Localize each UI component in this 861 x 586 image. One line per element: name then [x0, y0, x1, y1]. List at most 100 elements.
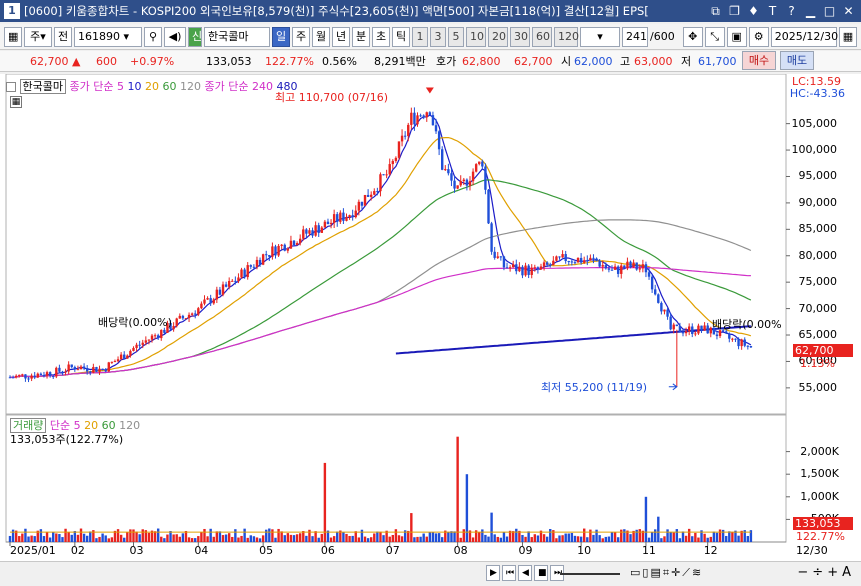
zoom-in-icon[interactable]: + — [827, 565, 842, 580]
volume-bar — [564, 533, 567, 542]
volume-bar — [598, 535, 601, 542]
interval-5[interactable]: 5 — [448, 26, 464, 47]
calendar-icon[interactable]: ▦ — [838, 26, 857, 47]
open-label: 시 — [561, 55, 572, 68]
volume-bar — [425, 536, 428, 542]
interval-1[interactable]: 1 — [412, 26, 428, 47]
period-tick[interactable]: 틱 — [392, 26, 410, 47]
zoom-slider[interactable] — [560, 573, 620, 575]
stock-name-field[interactable]: 한국콜마 — [204, 26, 270, 47]
grid-toggle-icon[interactable]: ▦ — [10, 96, 22, 108]
volume-bar — [8, 535, 12, 542]
indicator-icon[interactable]: ✥ — [682, 26, 703, 47]
auto-scale-icon[interactable]: A — [842, 565, 855, 580]
volume-bar — [703, 533, 706, 542]
candle-body — [749, 345, 753, 348]
view-grid-icon[interactable]: ▤ — [650, 566, 660, 580]
interval-10[interactable]: 10 — [466, 26, 486, 47]
volume-bar — [55, 533, 58, 542]
fib-icon[interactable]: ≋ — [692, 566, 701, 580]
chart-type-icon[interactable]: ⌗ — [663, 566, 669, 580]
period-second[interactable]: 초 — [372, 26, 390, 47]
period-minute[interactable]: 분 — [352, 26, 370, 47]
candle-body — [85, 368, 89, 372]
candle-body — [237, 277, 240, 281]
search-icon[interactable]: ⚲ — [144, 26, 162, 47]
maximize-icon[interactable]: □ — [821, 3, 838, 19]
interval-input[interactable]: ▾ — [580, 26, 620, 47]
candle-body — [58, 367, 61, 372]
volume-bar — [163, 538, 166, 542]
scroll-start-icon[interactable]: ⏮ — [502, 565, 516, 581]
sound-icon[interactable]: ◀) — [164, 26, 186, 47]
candle-body — [311, 230, 314, 236]
zoom-out-icon[interactable]: − — [797, 565, 812, 580]
legend-toggle-icon[interactable] — [6, 82, 16, 92]
candle-body — [98, 368, 101, 372]
buy-button[interactable]: 매수 — [742, 51, 776, 70]
candle-body — [336, 214, 339, 222]
volume-bar — [691, 536, 694, 542]
candle-body — [150, 335, 154, 340]
zoom-reset-icon[interactable]: ÷ — [812, 565, 827, 580]
interval-120[interactable]: 120 — [554, 26, 579, 47]
text-icon[interactable]: T — [764, 3, 781, 19]
settings-gear-icon[interactable]: ⚙ — [748, 26, 769, 47]
draw-tool-icon[interactable]: ⤡ — [704, 26, 725, 47]
volume-bar — [345, 533, 348, 542]
date-input[interactable]: 2025/12/30 — [770, 26, 838, 47]
candle-body — [555, 256, 558, 261]
save-icon[interactable]: ▣ — [726, 26, 747, 47]
volume-bar — [320, 533, 324, 542]
interval-60[interactable]: 60 — [532, 26, 552, 47]
date-tick-label: 10 — [577, 544, 592, 557]
candle-body — [592, 257, 595, 259]
scroll-left-icon[interactable]: ◀ — [518, 565, 532, 581]
price-tick-label: 90,000 — [798, 195, 838, 209]
ask-label: 호가 — [436, 55, 457, 68]
candle-body — [533, 267, 537, 269]
copy-window-icon[interactable]: ❐ — [726, 3, 743, 19]
scroll-right-icon[interactable]: ▶ — [486, 565, 500, 581]
trend-icon[interactable]: ⟋ — [682, 566, 690, 580]
market-select[interactable]: 주▾ — [24, 26, 52, 47]
crosshair-icon[interactable]: ✛ — [671, 566, 680, 580]
stop-icon[interactable]: ■ — [534, 565, 548, 581]
sell-button[interactable]: 매도 — [780, 51, 814, 70]
screen-link-icon[interactable]: ⧉ — [707, 3, 724, 19]
candle-body — [373, 191, 376, 195]
help-icon[interactable]: ? — [783, 3, 800, 19]
close-icon[interactable]: ✕ — [840, 3, 857, 19]
volume-bar — [434, 533, 438, 542]
volume-bar — [706, 537, 709, 542]
interval-30[interactable]: 30 — [510, 26, 530, 47]
volume-bar — [295, 534, 299, 542]
candle-body — [583, 260, 586, 263]
candle-body — [76, 369, 80, 371]
chart-area[interactable]: 한국콜마 종가 단순 5 10 20 60 120 종가 단순 240 480 … — [0, 74, 861, 586]
period-month[interactable]: 월 — [312, 26, 330, 47]
period-week[interactable]: 주 — [292, 26, 310, 47]
candle-body — [129, 350, 132, 356]
candle-body — [258, 259, 262, 265]
candle-body — [425, 112, 428, 118]
interval-20[interactable]: 20 — [488, 26, 508, 47]
type-select[interactable]: 전 — [54, 26, 72, 47]
candle-body — [14, 375, 18, 378]
minimize-icon[interactable]: ▁ — [802, 3, 819, 19]
candle-body — [224, 284, 228, 287]
candle-body — [175, 318, 178, 327]
pin-icon[interactable]: ♦ — [745, 3, 762, 19]
candle-body — [314, 225, 317, 236]
period-day[interactable]: 일 — [272, 26, 290, 47]
view-split-icon[interactable]: ▯ — [642, 566, 648, 580]
volume-bar — [416, 536, 419, 542]
count-input[interactable]: 241 — [622, 26, 648, 47]
candle-body — [18, 374, 21, 376]
stock-code-input[interactable]: 161890 ▾ — [74, 26, 142, 47]
chart-menu-icon[interactable]: ▦ — [4, 26, 22, 47]
interval-3[interactable]: 3 — [430, 26, 446, 47]
period-year[interactable]: 년 — [332, 26, 350, 47]
volume-bar — [243, 528, 246, 542]
view-single-icon[interactable]: ▭ — [630, 566, 640, 580]
